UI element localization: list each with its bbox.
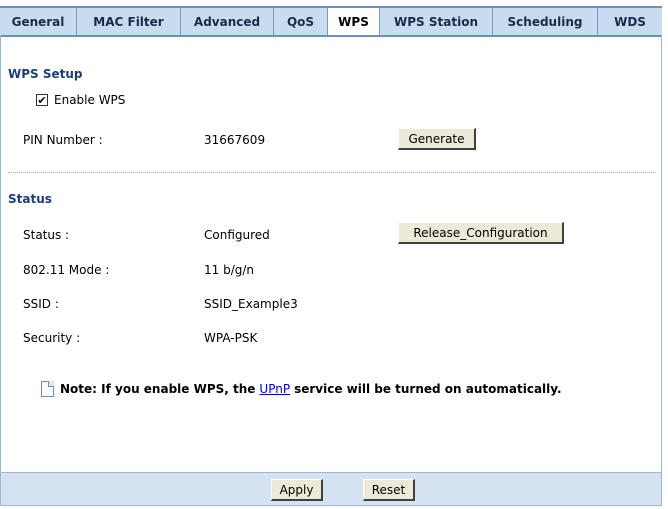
security-value: WPA-PSK [204,331,258,345]
release-configuration-button[interactable]: Release_Configuration [398,222,564,244]
mode-label: 802.11 Mode : [23,263,110,277]
enable-wps-label: Enable WPS [54,93,126,107]
tab-qos[interactable]: QoS [274,8,328,35]
reset-button[interactable]: Reset [363,479,415,501]
tab-bar: General MAC Filter Advanced QoS WPS WPS … [0,6,662,37]
tab-wps[interactable]: WPS [328,8,380,35]
main-content: WPS Setup ✔ Enable WPS PIN Number : 3166… [0,35,662,472]
status-value: Configured [204,228,270,242]
wps-setup-title: WPS Setup [8,67,83,81]
upnp-link[interactable]: UPnP [259,382,290,396]
footer-bar: Apply Reset [0,472,662,506]
tab-wps-station[interactable]: WPS Station [380,8,493,35]
ssid-value: SSID_Example3 [204,297,298,311]
status-title: Status [8,192,52,206]
note-prefix: Note: If you enable WPS, the [60,382,256,396]
security-label: Security : [23,331,81,345]
tab-wds[interactable]: WDS [598,8,662,35]
enable-wps-checkbox[interactable]: ✔ [36,94,48,106]
generate-button[interactable]: Generate [398,128,476,150]
note: Note: If you enable WPS, the UPnP servic… [41,381,562,397]
tab-scheduling[interactable]: Scheduling [493,8,598,35]
wps-settings-panel: General MAC Filter Advanced QoS WPS WPS … [0,0,664,506]
apply-button[interactable]: Apply [271,479,323,501]
mode-value: 11 b/g/n [204,263,255,277]
tab-general[interactable]: General [0,8,77,35]
pin-number-label: PIN Number : [23,133,103,147]
note-suffix: service will be turned on automatically. [294,382,562,396]
note-icon [41,381,54,397]
section-divider [8,172,656,173]
pin-number-value: 31667609 [204,133,266,147]
tab-mac-filter[interactable]: MAC Filter [77,8,181,35]
tab-advanced[interactable]: Advanced [181,8,274,35]
status-label: Status : [23,228,70,242]
ssid-label: SSID : [23,297,59,311]
